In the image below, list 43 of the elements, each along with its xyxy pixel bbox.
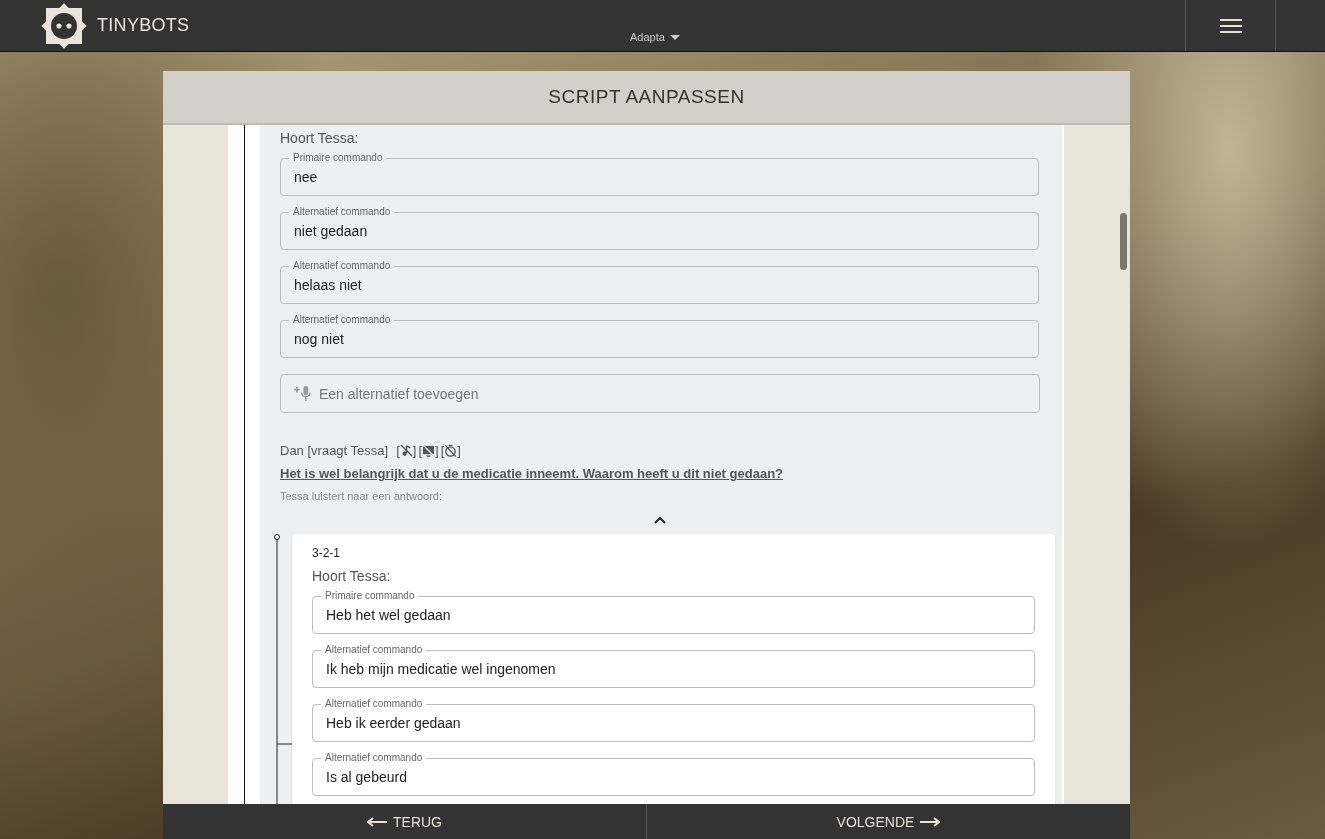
field-label: Alternatief commando [289,314,395,326]
music-off-icon [399,444,413,457]
account-dropdown[interactable]: Adapta [630,31,680,43]
question-link[interactable]: Het is wel belangrijk dat u de medicatie inneemt. Waarom heeft u dit niet gedaan? [280,466,1039,481]
branch-id: 3-2-1 [312,546,341,560]
bracket: ] [412,443,417,458]
field-label: Alternatief commando [289,260,395,272]
bracket: ] [457,443,461,458]
bracket: [ [440,443,445,458]
then-label: Dan [vraagt Tessa] [280,443,389,458]
bracket: [ [396,443,400,458]
listen-label: Tessa luistert naar een antwoord: [280,490,444,502]
field-value: Ik heb mijn medicatie wel ingenomen [326,661,556,677]
bracket: ] [435,443,439,458]
screen-off-icon [422,444,436,457]
brand-name: TINYBOTS [97,15,190,36]
field-label: Alternatief commando [321,644,427,656]
field-value: niet gedaan [294,223,368,239]
field-value: helaas niet [294,277,362,293]
add-alternative-field[interactable]: Een alternatief toevoegen [280,374,1040,413]
bracket: [ [418,443,423,458]
menu-icon [1219,18,1242,33]
field-value: nog niet [294,331,344,347]
arrow-right-icon [920,816,941,827]
field-label: Alternatief commando [289,206,395,218]
field-value: Heb ik eerder gedaan [326,715,461,731]
caret-icon [669,34,680,40]
timer-off-icon [444,444,458,457]
field-value: Heb het wel gedaan [326,607,451,623]
hears-label: Hoort Tessa: [312,568,392,584]
scrollbar-thumb[interactable] [1120,213,1127,270]
field-label: Primaire commando [321,590,419,602]
arrow-left-icon [367,816,387,827]
field-value: Is al gebeurd [326,769,407,785]
field-label: Alternatief commando [321,752,427,764]
chevron-icon[interactable] [653,516,666,524]
mic-plus-icon [294,385,313,402]
menu-button[interactable] [1185,0,1276,51]
hears-label: Hoort Tessa: [280,130,360,146]
field-label: Alternatief commando [321,698,427,710]
field-value: nee [294,169,318,185]
dialog-title: SCRIPT AANPASSEN [548,86,745,108]
field-label: Primaire commando [289,152,387,164]
